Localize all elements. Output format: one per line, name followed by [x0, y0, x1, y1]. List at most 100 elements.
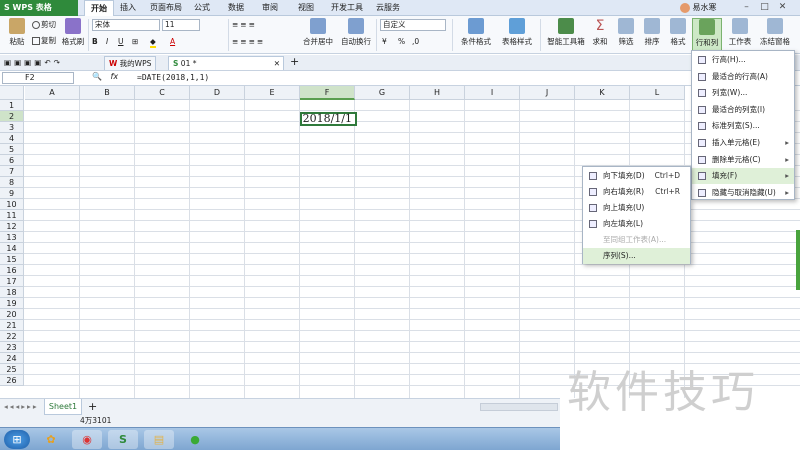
align-top-buttons[interactable]: ≡≡≡: [232, 20, 257, 30]
active-cell-f2[interactable]: 2018/1/1: [300, 112, 357, 126]
menu-item-6[interactable]: 删除单元格(C) ▸: [692, 152, 794, 168]
row-header-23[interactable]: 23: [0, 342, 24, 353]
row-header-13[interactable]: 13: [0, 232, 24, 243]
sheet-nav-buttons[interactable]: ◂◂◂▸▸▸: [4, 402, 39, 412]
column-header-k[interactable]: K: [575, 86, 630, 100]
fill-item-1[interactable]: 向右填充(R) Ctrl+R: [583, 184, 690, 200]
column-header-i[interactable]: I: [465, 86, 520, 100]
font-size-select[interactable]: 11: [162, 19, 200, 31]
column-header-j[interactable]: J: [520, 86, 575, 100]
user-account[interactable]: 易水寒: [680, 0, 717, 16]
sort-button[interactable]: 排序: [640, 18, 664, 47]
app-menu-button[interactable]: S WPS 表格: [0, 0, 78, 16]
fill-item-5[interactable]: 序列(S)...: [583, 248, 690, 264]
minimize-icon[interactable]: –: [741, 2, 752, 13]
paste-button[interactable]: 粘贴: [4, 18, 30, 47]
row-header-4[interactable]: 4: [0, 133, 24, 144]
sum-button[interactable]: Σ 求和: [588, 18, 612, 47]
sheet-tab-sheet1[interactable]: Sheet1: [44, 399, 82, 415]
table-style-button[interactable]: 表格样式: [497, 18, 537, 47]
maximize-icon[interactable]: □: [759, 2, 770, 13]
start-button[interactable]: ⊞: [4, 430, 30, 449]
column-header-c[interactable]: C: [135, 86, 190, 100]
smart-toolbox-button[interactable]: 智能工具箱: [542, 18, 590, 47]
fill-item-3[interactable]: 向左填充(L): [583, 216, 690, 232]
column-header-l[interactable]: L: [630, 86, 685, 100]
row-header-8[interactable]: 8: [0, 177, 24, 188]
side-panel-handle[interactable]: [796, 230, 800, 290]
row-header-1[interactable]: 1: [0, 100, 24, 111]
taskbar-app-flower[interactable]: ✿: [36, 430, 66, 449]
taskbar-app-chrome[interactable]: ◉: [72, 430, 102, 449]
freeze-panes-button[interactable]: 冻结窗格: [758, 18, 792, 47]
row-header-26[interactable]: 26: [0, 375, 24, 386]
menu-item-8[interactable]: 隐藏与取消隐藏(U) ▸: [692, 185, 794, 201]
doc-tab-current[interactable]: S 01 * ✕: [168, 56, 284, 70]
tab-formula[interactable]: 公式: [188, 0, 216, 16]
menu-item-4[interactable]: 标准列宽(S)...: [692, 118, 794, 134]
row-header-14[interactable]: 14: [0, 243, 24, 254]
border-button[interactable]: ⊞: [132, 37, 138, 47]
row-header-3[interactable]: 3: [0, 122, 24, 133]
font-color-button[interactable]: A: [170, 37, 175, 47]
thousands-button[interactable]: ,0: [412, 37, 419, 47]
tab-developer[interactable]: 开发工具: [326, 0, 368, 16]
menu-item-0[interactable]: 行高(H)...: [692, 52, 794, 68]
underline-button[interactable]: U: [118, 37, 124, 47]
tab-page-layout[interactable]: 页面布局: [144, 0, 188, 16]
row-header-25[interactable]: 25: [0, 364, 24, 375]
conditional-format-button[interactable]: 条件格式: [456, 18, 496, 47]
column-header-f[interactable]: F: [300, 86, 355, 100]
row-header-10[interactable]: 10: [0, 199, 24, 210]
column-header-h[interactable]: H: [410, 86, 465, 100]
tab-review[interactable]: 审阅: [256, 0, 284, 16]
tab-view[interactable]: 视图: [292, 0, 320, 16]
row-header-16[interactable]: 16: [0, 265, 24, 276]
fill-item-2[interactable]: 向上填充(U): [583, 200, 690, 216]
taskbar-app-explorer[interactable]: ▤: [144, 430, 174, 449]
tab-insert[interactable]: 插入: [114, 0, 142, 16]
row-header-2[interactable]: 2: [0, 111, 24, 122]
filter-button[interactable]: 筛选: [614, 18, 638, 47]
new-tab-button[interactable]: +: [290, 56, 299, 67]
merge-center-button[interactable]: 合并居中: [298, 18, 338, 47]
row-header-6[interactable]: 6: [0, 155, 24, 166]
currency-button[interactable]: ¥: [382, 37, 387, 47]
fx-icon[interactable]: fx: [111, 72, 119, 81]
tab-cloud[interactable]: 云服务: [370, 0, 406, 16]
worksheet-button[interactable]: 工作表: [726, 18, 754, 47]
column-header-d[interactable]: D: [190, 86, 245, 100]
number-format-select[interactable]: 自定义: [380, 19, 446, 31]
row-header-9[interactable]: 9: [0, 188, 24, 199]
name-box[interactable]: F2: [2, 72, 74, 84]
taskbar-app-wechat[interactable]: ●: [180, 430, 210, 449]
quick-access-toolbar[interactable]: ▣▣▣▣↶↷: [4, 58, 63, 68]
format-painter-button[interactable]: 格式刷: [60, 18, 86, 47]
bold-button[interactable]: B: [92, 37, 98, 47]
row-header-7[interactable]: 7: [0, 166, 24, 177]
column-header-e[interactable]: E: [245, 86, 300, 100]
zoom-icon[interactable]: 🔍: [92, 72, 102, 81]
column-header-b[interactable]: B: [80, 86, 135, 100]
copy-button[interactable]: 复制: [32, 36, 56, 46]
cut-button[interactable]: 剪切: [32, 20, 56, 30]
doc-tab-my-wps[interactable]: W 我的WPS: [104, 56, 157, 70]
formula-input[interactable]: =DATE(2018,1,1): [137, 72, 209, 84]
fill-color-button[interactable]: ◆: [150, 37, 156, 48]
horizontal-scrollbar[interactable]: [480, 403, 558, 411]
menu-item-3[interactable]: 最适合的列宽(I): [692, 102, 794, 118]
menu-item-2[interactable]: 列宽(W)...: [692, 85, 794, 101]
row-header-24[interactable]: 24: [0, 353, 24, 364]
tab-home[interactable]: 开始: [84, 0, 114, 17]
column-header-a[interactable]: A: [25, 86, 80, 100]
row-column-button[interactable]: 行和列: [692, 18, 722, 52]
close-tab-icon[interactable]: ✕: [274, 57, 280, 70]
row-header-21[interactable]: 21: [0, 320, 24, 331]
wrap-text-button[interactable]: 自动换行: [340, 18, 372, 47]
row-header-12[interactable]: 12: [0, 221, 24, 232]
row-header-22[interactable]: 22: [0, 331, 24, 342]
row-header-18[interactable]: 18: [0, 287, 24, 298]
menu-item-1[interactable]: 最适合的行高(A): [692, 69, 794, 85]
format-button[interactable]: 格式: [666, 18, 690, 47]
menu-item-5[interactable]: 插入单元格(E) ▸: [692, 135, 794, 151]
